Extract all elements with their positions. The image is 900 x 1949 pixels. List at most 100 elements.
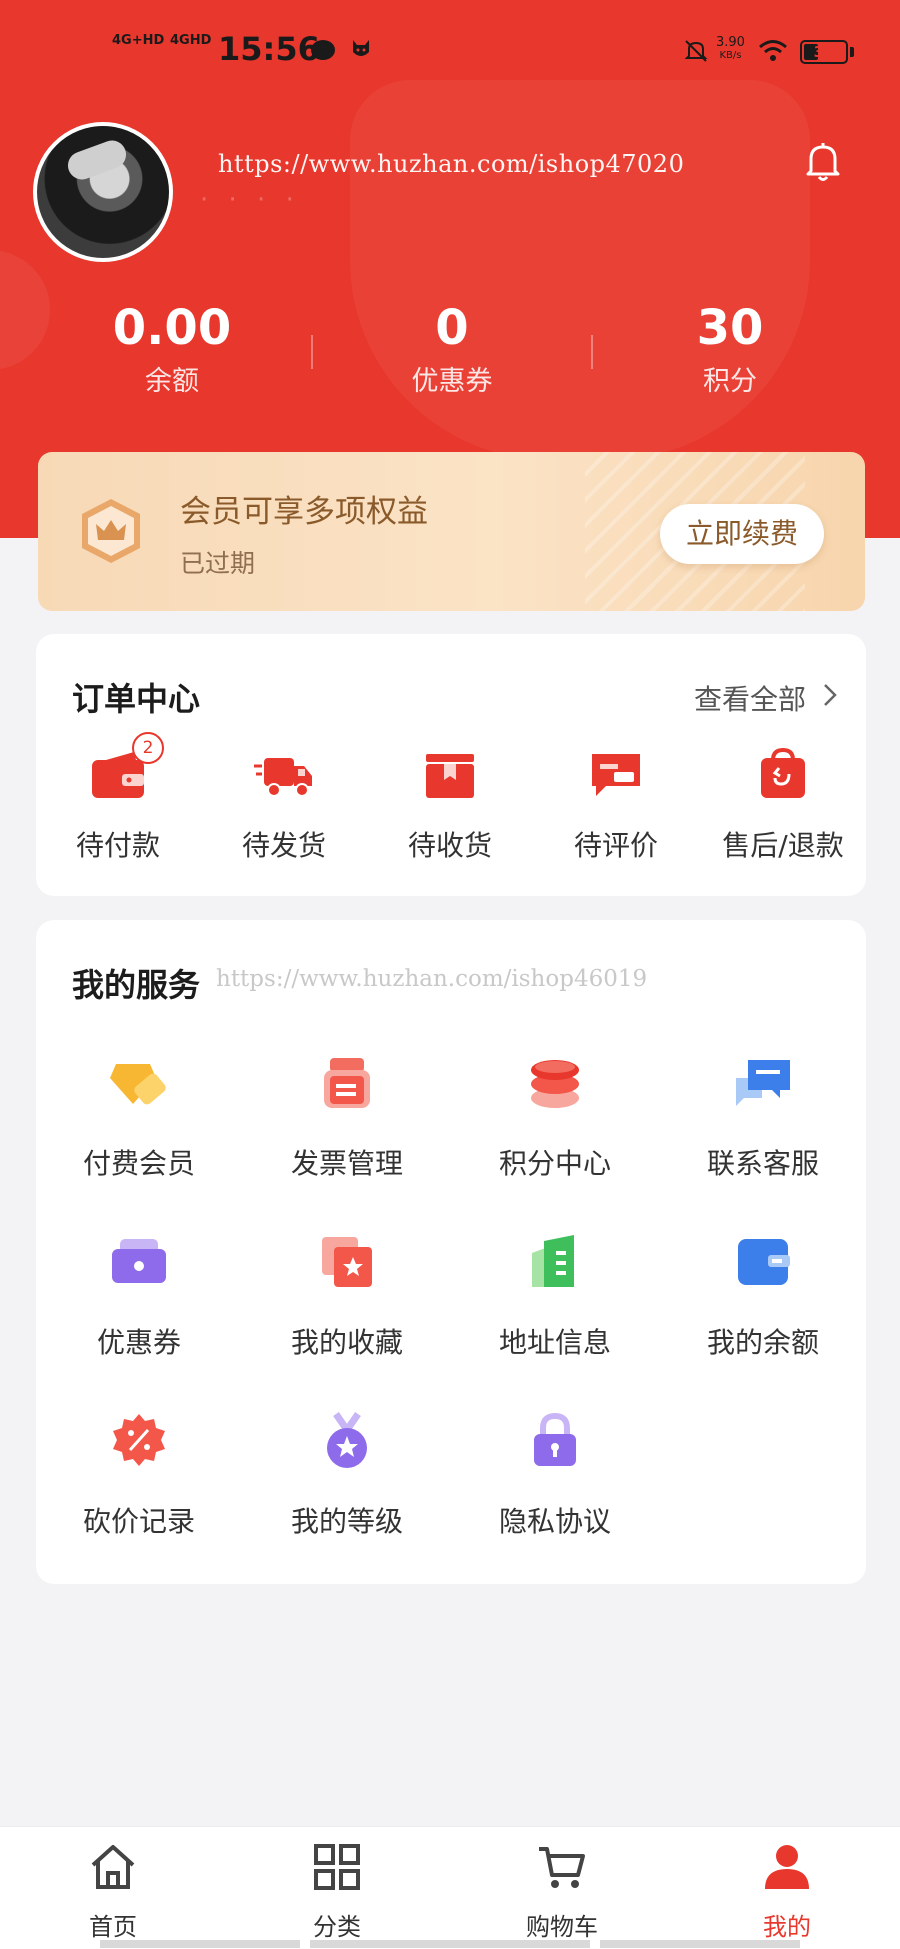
category-grid-icon	[314, 1844, 360, 1890]
app-notification-icon	[353, 40, 369, 56]
stat-value: 0	[435, 300, 469, 356]
gesture-bar	[600, 1940, 800, 1948]
service-label: 我的收藏	[290, 1326, 403, 1359]
service-coupons[interactable]: 优惠券	[49, 1233, 229, 1361]
refund-bag-icon	[761, 747, 805, 798]
medal-icon	[327, 1412, 367, 1468]
order-to-ship[interactable]: 待发货	[209, 746, 359, 864]
section-title: 我的服务	[72, 966, 201, 1004]
tab-category[interactable]: 分类	[262, 1841, 412, 1942]
tab-label: 首页	[89, 1913, 137, 1941]
service-customer-support[interactable]: 联系客服	[673, 1054, 853, 1182]
delivery-truck-icon	[254, 758, 312, 797]
balance-wallet-icon	[738, 1239, 790, 1285]
stat-coupons[interactable]: 0 优惠券	[352, 298, 552, 400]
comment-card-icon	[592, 754, 640, 796]
bottom-tab-bar: 首页 分类 购物车 我的	[0, 1826, 900, 1949]
service-label: 联系客服	[706, 1147, 819, 1180]
stat-value: 30	[696, 300, 764, 356]
stat-label: 优惠券	[411, 366, 493, 397]
vip-title: 会员可享多项权益	[180, 494, 428, 530]
package-box-icon	[426, 754, 474, 798]
lock-icon	[534, 1412, 576, 1466]
user-icon	[765, 1845, 809, 1889]
clock: 15:56	[218, 30, 320, 68]
header-decoration	[350, 80, 810, 460]
order-label: 售后/退款	[722, 829, 844, 862]
cart-icon	[539, 1847, 585, 1888]
order-label: 待评价	[573, 829, 658, 862]
net-speed-value: 3.90	[716, 35, 745, 50]
stat-value: 0.00	[112, 300, 232, 356]
service-invoice-management[interactable]: 发票管理	[257, 1054, 437, 1182]
battery-tip	[850, 47, 854, 57]
avatar[interactable]	[33, 122, 173, 262]
chevron-right-icon[interactable]	[822, 682, 838, 708]
net-speed-unit: KB/s	[719, 50, 742, 61]
coin-stack-icon	[531, 1060, 579, 1108]
discount-badge-icon	[113, 1414, 165, 1466]
gesture-bar	[310, 1940, 590, 1948]
invoice-icon	[324, 1058, 370, 1108]
net-speed: 3.90 KB/s	[716, 36, 745, 62]
order-label: 待付款	[75, 829, 160, 862]
tab-cart[interactable]: 购物车	[487, 1841, 637, 1942]
tab-mine[interactable]: 我的	[712, 1841, 862, 1942]
service-label: 优惠券	[96, 1326, 181, 1359]
tab-home[interactable]: 首页	[38, 1841, 188, 1942]
view-all-orders-link[interactable]: 查看全部	[694, 678, 806, 718]
service-privacy-agreement[interactable]: 隐私协议	[465, 1412, 645, 1540]
service-label: 砍价记录	[82, 1505, 195, 1538]
notification-bell-icon[interactable]	[800, 138, 846, 184]
address-book-icon	[532, 1235, 574, 1287]
stat-points[interactable]: 30 积分	[630, 298, 830, 400]
service-label: 我的等级	[290, 1505, 403, 1538]
divider	[591, 335, 593, 369]
service-label: 我的余额	[706, 1326, 819, 1359]
service-favorites[interactable]: 我的收藏	[257, 1233, 437, 1361]
coupon-icon	[112, 1239, 166, 1283]
home-icon	[91, 1845, 135, 1889]
service-my-balance[interactable]: 我的余额	[673, 1233, 853, 1361]
service-bargain-records[interactable]: 砍价记录	[49, 1412, 229, 1540]
gesture-bar	[100, 1940, 300, 1948]
vip-status: 已过期	[180, 549, 256, 578]
tab-label: 我的	[763, 1913, 811, 1941]
order-to-receive[interactable]: 待收货	[375, 746, 525, 864]
order-label: 待收货	[407, 829, 492, 862]
service-label: 发票管理	[290, 1147, 403, 1180]
order-pending-payment[interactable]: 2 待付款	[43, 732, 193, 864]
service-address-info[interactable]: 地址信息	[465, 1233, 645, 1361]
order-after-sales[interactable]: 售后/退款	[708, 746, 858, 864]
tab-label: 分类	[313, 1913, 361, 1941]
favorite-star-icon	[322, 1237, 372, 1287]
nickname-placeholder: · · · ·	[200, 185, 300, 215]
vip-banner[interactable]: 会员可享多项权益 已过期 立即续费	[38, 452, 865, 611]
pending-count-badge: 2	[132, 732, 164, 764]
battery-icon: 35	[800, 40, 848, 64]
service-points-center[interactable]: 积分中心	[465, 1054, 645, 1182]
network-indicator: 4G+HD	[112, 33, 165, 48]
stat-label: 余额	[145, 366, 199, 397]
network-indicator: 4GHD	[170, 33, 212, 48]
service-my-level[interactable]: 我的等级	[257, 1412, 437, 1540]
service-label: 付费会员	[82, 1147, 195, 1180]
tab-label: 购物车	[526, 1913, 598, 1941]
wifi-icon	[759, 40, 787, 61]
divider	[311, 335, 313, 369]
mute-bell-icon	[684, 40, 708, 62]
order-center-card: 订单中心 查看全部 2 待付款 待发货 待收货 待评价 售后/退款	[36, 634, 866, 896]
service-label: 积分中心	[498, 1147, 611, 1180]
chat-bubble-icon	[736, 1060, 790, 1106]
battery-level: 35	[813, 43, 835, 61]
renew-button[interactable]: 立即续费	[660, 504, 824, 564]
crown-badge-icon	[82, 499, 140, 563]
stat-balance[interactable]: 0.00 余额	[72, 298, 272, 400]
service-paid-membership[interactable]: 付费会员	[49, 1054, 229, 1182]
order-to-review[interactable]: 待评价	[541, 746, 691, 864]
my-services-card: 我的服务 https://www.huzhan.com/ishop46019 付…	[36, 920, 866, 1584]
gem-icon	[110, 1064, 166, 1105]
stat-label: 积分	[703, 366, 757, 397]
header-decoration	[0, 250, 50, 370]
status-bar: 4G+HD 4GHD 15:56 3.90 KB/s 35	[0, 0, 900, 100]
